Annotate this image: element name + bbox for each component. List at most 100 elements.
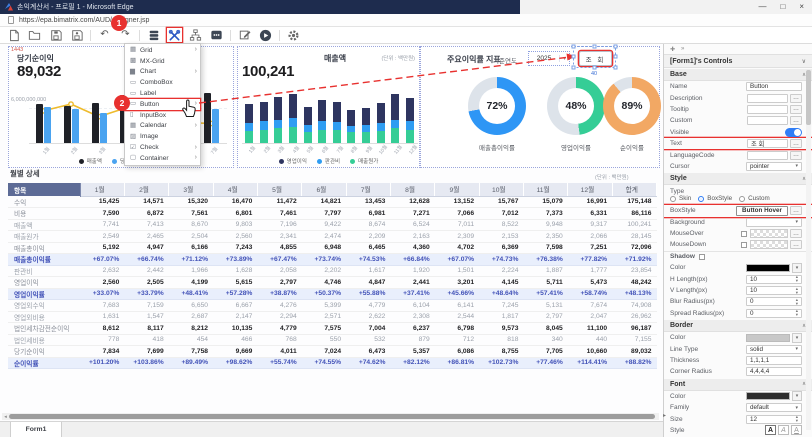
prop-input[interactable]: [747, 151, 788, 160]
run-button[interactable]: [258, 28, 273, 42]
revenue-chart-widget[interactable]: 매출액 (단위 : 백만원) 100,241 1월2월3월4월5월6월7월8월9…: [237, 46, 420, 168]
underline-button[interactable]: A: [791, 425, 802, 435]
table-row[interactable]: 영업이익률+33.07%+33.79%+48.41%+57.28%+38.87%…: [8, 288, 657, 300]
menu-item-chart[interactable]: ▆Chart›: [125, 67, 200, 78]
table-row[interactable]: 수익15,42514,57115,32016,47011,47214,82113…: [8, 196, 657, 208]
data-stack-button[interactable]: [146, 28, 161, 42]
table-row[interactable]: 영업외비용1,6311,5472,6872,1472,2942,5712,622…: [8, 311, 657, 323]
radio-option-custom[interactable]: Custom: [739, 195, 770, 202]
transparent-swatch[interactable]: [750, 229, 788, 238]
source-code-button[interactable]: [209, 28, 224, 42]
menu-item-grid[interactable]: ▦Grid›: [125, 45, 200, 56]
prop-input[interactable]: [747, 94, 788, 103]
radio-icon[interactable]: [670, 196, 676, 202]
prop-input[interactable]: Button: [746, 82, 802, 91]
panel-section-border[interactable]: Border∧: [664, 320, 812, 332]
close-icon[interactable]: ×: [799, 0, 804, 14]
radio-icon[interactable]: [739, 196, 745, 202]
table-row[interactable]: 매출액7,7417,4138,6709,8037,1969,4228,6746,…: [8, 219, 657, 231]
panel-scrollbar[interactable]: [806, 70, 811, 430]
maximize-icon[interactable]: □: [780, 0, 785, 14]
menu-item-container[interactable]: ▢Container›: [125, 153, 200, 164]
scroll-left-icon[interactable]: ◂: [2, 414, 9, 420]
hierarchy-button[interactable]: [188, 28, 203, 42]
scrollbar-thumb[interactable]: [806, 70, 811, 125]
prop-input[interactable]: [747, 105, 788, 114]
prop-spinner[interactable]: 12▴▾: [746, 415, 802, 424]
table-row[interactable]: 매출총이익률+67.07%+66.74%+71.12%+73.89%+67.47…: [8, 254, 657, 266]
edit-button[interactable]: [237, 28, 252, 42]
panel-section-style[interactable]: Style∧: [664, 173, 812, 185]
kpi-widget[interactable]: 주요이익률 지표 기준연도 2025 ▾ 조 회 40 72%매출총이익률48%…: [420, 46, 660, 168]
color-swatch[interactable]: [746, 264, 790, 272]
checkbox-icon[interactable]: [699, 254, 705, 260]
expand-icon[interactable]: »: [681, 46, 684, 52]
table-row[interactable]: 판관비2,6322,4421,9661,6282,0582,2021,6171,…: [8, 265, 657, 277]
color-swatch[interactable]: [746, 334, 790, 342]
table-row[interactable]: 당기순이익7,8347,6997,7589,6694,0117,0246,473…: [8, 346, 657, 358]
tab-form1[interactable]: Form1: [10, 422, 62, 437]
table-row[interactable]: 영업이익2,5602,5054,1995,6152,7974,7464,8472…: [8, 277, 657, 289]
ellipsis-button[interactable]: …: [790, 105, 802, 114]
radio-option-boxstyle[interactable]: BoxStyle: [698, 195, 732, 202]
prop-input[interactable]: [747, 116, 788, 125]
horizontal-scrollbar[interactable]: ◂: [2, 413, 659, 420]
ellipsis-button[interactable]: …: [790, 229, 802, 238]
settings-gear-button[interactable]: [286, 28, 301, 42]
toolbox-button[interactable]: [167, 28, 182, 42]
prop-select[interactable]: solid▾: [746, 345, 802, 354]
table-row[interactable]: 법인세비용77841845446676855053287971281834044…: [8, 334, 657, 346]
menu-item-image[interactable]: ▨Image: [125, 131, 200, 142]
table-row[interactable]: 매출총이익5,1924,9476,1667,2434,8556,9486,465…: [8, 242, 657, 254]
prop-input[interactable]: 4,4,4,4: [746, 367, 802, 376]
menu-item-check[interactable]: ☑Check›: [125, 142, 200, 153]
bold-button[interactable]: A: [765, 425, 776, 435]
prop-spinner[interactable]: 0▴▾: [746, 297, 802, 306]
menu-item-combobox[interactable]: ▭ComboBox: [125, 77, 200, 88]
open-folder-button[interactable]: [27, 28, 42, 42]
table-row[interactable]: 영업외수익7,6837,1596,6506,6674,2765,3994,779…: [8, 300, 657, 312]
color-swatch[interactable]: [746, 392, 790, 400]
table-row[interactable]: 비용7,5906,8727,5616,8017,4617,7976,9817,2…: [8, 208, 657, 220]
menu-item-label[interactable]: ▭Label: [125, 88, 200, 99]
ellipsis-button[interactable]: …: [790, 206, 802, 215]
panel-section-base[interactable]: Base∧: [664, 69, 812, 81]
spinner-arrows-icon[interactable]: ▴▾: [796, 415, 798, 423]
radio-icon[interactable]: [698, 196, 704, 202]
spinner-arrows-icon[interactable]: ▴▾: [796, 275, 798, 283]
url-text[interactable]: https://epa.bimatrix.com/AUD/designer.js…: [19, 17, 149, 24]
checkbox-icon[interactable]: [741, 242, 747, 248]
save-as-button[interactable]: [69, 28, 84, 42]
ellipsis-button[interactable]: …: [790, 94, 802, 103]
designer-canvas[interactable]: 1443 당기순이익 89,032 6,000,000,000 1월2월3월4월…: [0, 44, 663, 437]
monthly-detail-table[interactable]: 항목1월2월3월4월5월6월7월8월9월10월11월12월합계 수익15,425…: [8, 183, 657, 369]
save-button[interactable]: [48, 28, 63, 42]
table-row[interactable]: 매출원가2,5492,4652,5042,5602,3412,4742,2092…: [8, 231, 657, 243]
table-row[interactable]: 순이익률+101.20%+103.86%+89.49%+98.62%+55.74…: [8, 357, 657, 369]
transparent-swatch[interactable]: [750, 240, 788, 249]
table-row[interactable]: 법인세차감전순이익8,6128,1178,21210,1354,7797,575…: [8, 323, 657, 335]
chevron-down-icon[interactable]: ▾: [792, 391, 802, 401]
boxstyle-button[interactable]: Button Hover: [736, 206, 788, 216]
menu-item-mx-grid[interactable]: ▩MX-Grid: [125, 56, 200, 67]
chevron-down-icon[interactable]: ▾: [792, 333, 802, 343]
spinner-arrows-icon[interactable]: ▴▾: [796, 287, 798, 295]
prop-select[interactable]: ▾: [746, 218, 802, 227]
checkbox-icon[interactable]: [741, 231, 747, 237]
prop-select[interactable]: default▾: [746, 403, 802, 412]
scrollbar-thumb[interactable]: [9, 414, 655, 419]
italic-button[interactable]: A: [778, 425, 789, 435]
spinner-arrows-icon[interactable]: ▴▾: [796, 309, 798, 317]
pin-icon[interactable]: ✚: [670, 46, 675, 53]
ellipsis-button[interactable]: …: [790, 116, 802, 125]
search-button[interactable]: 조 회: [579, 51, 612, 66]
prop-spinner[interactable]: 10▴▾: [746, 286, 802, 295]
panel-section-font[interactable]: Font∧: [664, 379, 812, 391]
undo-button[interactable]: ↶: [97, 28, 112, 42]
chevron-down-icon[interactable]: ▾: [792, 263, 802, 273]
base-year-combobox[interactable]: 2025 ▾: [528, 51, 570, 66]
panel-collapse-icon[interactable]: ▸: [663, 412, 666, 419]
ellipsis-button[interactable]: …: [790, 151, 802, 160]
new-file-button[interactable]: [6, 28, 21, 42]
radio-option-skin[interactable]: Skin: [670, 195, 691, 202]
